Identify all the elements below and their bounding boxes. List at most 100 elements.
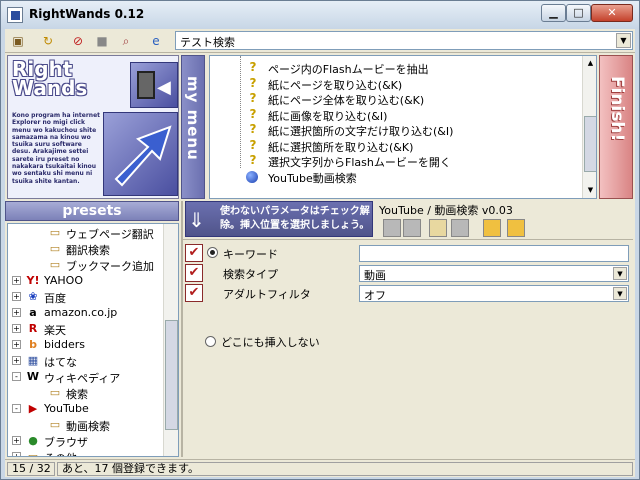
minimize-button[interactable]: ▁: [541, 4, 566, 22]
my-menu-panel: my menu: [181, 55, 205, 199]
question-icon: ?: [249, 137, 257, 152]
expand-icon[interactable]: +: [12, 340, 21, 349]
tree-item-label: YAHOO: [44, 274, 83, 287]
hint-box: ⇓ 使わないパラメータはチェック解除。挿入位置を選択しましょう。: [185, 201, 373, 237]
folder-icon: ▭: [49, 386, 61, 399]
presets-label: presets: [62, 203, 122, 219]
presets-scrollbar[interactable]: [163, 224, 178, 456]
blank-icon[interactable]: [451, 219, 469, 237]
blank-icon[interactable]: ■: [93, 32, 111, 50]
paste-icon[interactable]: [507, 219, 525, 237]
expand-icon[interactable]: +: [12, 276, 21, 285]
logo: Right Wands: [12, 59, 87, 98]
arrow-up-right-icon: [114, 125, 172, 187]
close-button[interactable]: ✕: [591, 4, 633, 22]
question-icon: ?: [249, 75, 257, 90]
param-checkbox[interactable]: ✔: [185, 264, 203, 282]
tree-item-label: 検索: [66, 388, 88, 401]
stop-icon[interactable]: ⊘: [69, 32, 87, 50]
presets-tree[interactable]: ▭ ウェブページ翻訳 ▭ 翻訳検索 ▭ ブックマーク追加 + Y! YAHOO + ❀ 百度 + a ama…: [7, 223, 179, 457]
youtube-icon: ▶: [28, 402, 38, 415]
param-label: アダルトフィルタ: [223, 288, 311, 301]
param-checkbox[interactable]: ✔: [185, 284, 203, 302]
search-engine-select[interactable]: テスト検索 ▼: [175, 31, 633, 50]
client-area: ▣ ↻ ⊘ ■ ⌕ e テスト検索 ▼ Right Wands Kono pro…: [5, 29, 635, 477]
trash-icon: [137, 71, 155, 99]
search-tool-icon[interactable]: ⌕: [117, 32, 135, 50]
chevron-down-icon[interactable]: ▼: [616, 33, 631, 48]
rakuten-icon: R: [28, 322, 38, 335]
yahoo-icon: Y!: [26, 274, 40, 287]
add-to-menu-button[interactable]: [103, 112, 178, 196]
question-icon: ?: [249, 122, 257, 136]
expand-icon[interactable]: +: [12, 356, 21, 365]
delete-button[interactable]: ◀: [130, 62, 178, 108]
expand-icon[interactable]: +: [12, 452, 21, 456]
question-icon: ?: [249, 106, 257, 121]
expand-icon[interactable]: +: [12, 308, 21, 317]
chevron-down-icon[interactable]: ▼: [613, 267, 627, 280]
param-value: オフ: [364, 289, 386, 302]
blank-icon[interactable]: [383, 219, 401, 237]
scroll-down-icon[interactable]: ▼: [584, 183, 596, 197]
hatena-icon: ▦: [27, 354, 39, 367]
insert-position-radio[interactable]: [207, 247, 218, 258]
arrow-down-icon: ⇓: [188, 208, 205, 232]
wikipedia-icon: W: [26, 370, 40, 383]
tree-item-label: ウェブページ翻訳: [66, 228, 154, 241]
maximize-button[interactable]: □: [566, 4, 591, 22]
params-area: ✔ キーワード ✔ 検索タイプ 動画 ▼ ✔ アダルトフィルタ オフ ▼ どこにも挿入しない: [183, 239, 633, 457]
expand-icon[interactable]: +: [12, 324, 21, 333]
chevron-down-icon[interactable]: ▼: [613, 287, 627, 300]
expand-icon[interactable]: +: [12, 292, 21, 301]
tree-item-label: 楽天: [44, 324, 66, 337]
refresh-icon[interactable]: ↻: [39, 32, 57, 50]
finish-button[interactable]: Finish!: [599, 55, 633, 199]
scroll-thumb[interactable]: [165, 320, 178, 430]
param-select[interactable]: オフ ▼: [359, 285, 629, 302]
edit-icon[interactable]: [429, 219, 447, 237]
menu-item-label: ページ内のFlashムービーを抽出: [268, 63, 429, 76]
menu-item-label: 選択文字列からFlashムービーを開く: [268, 156, 451, 169]
collapse-icon[interactable]: -: [12, 372, 21, 381]
param-value: 動画: [364, 269, 386, 282]
logo-description: Kono program ha internet Explorer no mig…: [12, 112, 101, 185]
param-checkbox[interactable]: ✔: [185, 244, 203, 262]
blank-icon[interactable]: [403, 219, 421, 237]
hint-text: 使わないパラメータはチェック解除。挿入位置を選択しましょう。: [220, 206, 370, 231]
menu-item-label: 紙に選択箇所の文字だけ取り込む(&I): [268, 125, 454, 138]
status-count: 15 / 32: [7, 462, 55, 476]
tree-item-label: YouTube: [44, 402, 89, 415]
save-icon[interactable]: ▣: [9, 32, 27, 50]
question-icon: ?: [249, 91, 257, 105]
toolbar: ▣ ↻ ⊘ ■ ⌕ e テスト検索 ▼: [5, 29, 635, 53]
my-menu-list[interactable]: ? ページ内のFlashムービーを抽出? 紙にページを取り込む(&K)? 紙にページ全…: [209, 55, 597, 199]
tree-item-label: はてな: [44, 356, 77, 369]
copy-icon[interactable]: [483, 219, 501, 237]
question-icon: ?: [249, 60, 257, 74]
param-input[interactable]: [359, 245, 629, 262]
no-insert-radio[interactable]: [205, 336, 216, 347]
amazon-icon: a: [29, 306, 37, 319]
ie-icon[interactable]: e: [147, 32, 165, 50]
param-select[interactable]: 動画 ▼: [359, 265, 629, 282]
my-menu-label: my menu: [184, 76, 202, 161]
tree-item-label: ウィキペディア: [44, 372, 121, 385]
presets-header: presets: [5, 201, 179, 221]
scroll-thumb[interactable]: [584, 116, 596, 172]
expand-icon[interactable]: +: [12, 436, 21, 445]
search-engine-value: テスト検索: [180, 36, 235, 49]
finish-label: Finish!: [607, 76, 627, 142]
collapse-icon[interactable]: -: [12, 404, 21, 413]
app-icon[interactable]: [7, 7, 23, 23]
title-bar[interactable]: RightWands 0.12 ▁ □ ✕: [1, 1, 639, 29]
paw-icon: ❀: [28, 290, 38, 303]
menu-scrollbar[interactable]: ▲ ▼: [582, 56, 596, 198]
folder-icon: ▭: [49, 418, 61, 431]
scroll-up-icon[interactable]: ▲: [584, 56, 596, 70]
param-label: キーワード: [223, 248, 278, 261]
question-icon: ?: [249, 153, 257, 167]
tree-item-label: ブックマーク追加: [66, 260, 154, 273]
tree-item-label: 動画検索: [66, 420, 110, 433]
bidders-icon: b: [29, 338, 37, 351]
